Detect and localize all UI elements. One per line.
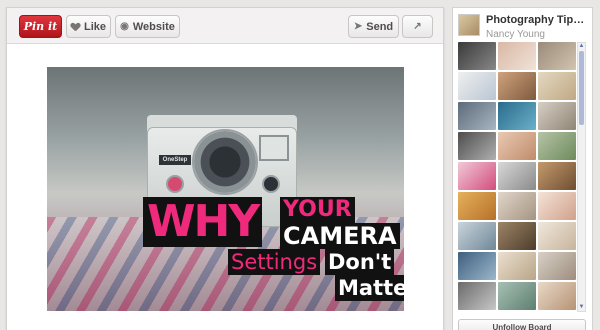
- headline-dont: Don't: [325, 249, 395, 275]
- board-pin-thumbnail[interactable]: [538, 192, 576, 220]
- board-pin-thumbnail[interactable]: [538, 162, 576, 190]
- unfollow-board-button[interactable]: Unfollow Board: [458, 319, 586, 330]
- like-label: Like: [83, 20, 106, 33]
- board-pin-thumbnail[interactable]: [498, 102, 536, 130]
- board-pin-thumbnail[interactable]: [458, 222, 496, 250]
- board-pin-thumbnail[interactable]: [458, 252, 496, 280]
- board-title[interactable]: Photography Tips & T...: [486, 14, 590, 26]
- board-pin-grid: [458, 42, 576, 312]
- board-pin-thumbnail[interactable]: [458, 72, 496, 100]
- board-pin-thumbnail[interactable]: [458, 282, 496, 310]
- scroll-up-arrow-icon[interactable]: ▲: [578, 43, 585, 50]
- board-pin-thumbnail[interactable]: [498, 252, 536, 280]
- board-pin-thumbnail[interactable]: [538, 42, 576, 70]
- board-pin-thumbnail[interactable]: [458, 102, 496, 130]
- pin-it-button[interactable]: Pin it: [19, 15, 62, 38]
- board-pin-thumbnail[interactable]: [538, 282, 576, 310]
- globe-icon: ◉: [120, 21, 129, 32]
- headline-camera: CAMERA: [280, 223, 400, 249]
- heart-icon: [71, 23, 80, 31]
- headline-your: YOUR: [280, 197, 355, 223]
- board-pin-thumbnail[interactable]: [538, 102, 576, 130]
- pin-card: Pin it Like ◉ Website ➤ Send ↗ OneStep W…: [6, 7, 444, 330]
- send-button[interactable]: ➤ Send: [348, 15, 399, 38]
- share-icon: ↗: [413, 21, 422, 32]
- board-pin-thumbnail[interactable]: [458, 42, 496, 70]
- board-pin-thumbnail[interactable]: [498, 162, 536, 190]
- board-scrollbar[interactable]: ▲ ▼: [577, 42, 586, 312]
- paper-plane-icon: ➤: [353, 21, 363, 32]
- board-pin-thumbnail[interactable]: [498, 192, 536, 220]
- headline-settings: Settings: [228, 249, 321, 275]
- scrollbar-thumb[interactable]: [579, 51, 584, 125]
- camera-brand-label: OneStep: [159, 155, 191, 165]
- website-button[interactable]: ◉ Website: [115, 15, 180, 38]
- camera-viewfinder: [259, 135, 289, 161]
- camera-lens: [192, 129, 258, 195]
- board-pin-thumbnail[interactable]: [498, 282, 536, 310]
- pin-toolbar: Pin it Like ◉ Website ➤ Send ↗: [7, 8, 443, 44]
- board-pin-thumbnail[interactable]: [498, 42, 536, 70]
- board-pin-thumbnail[interactable]: [458, 162, 496, 190]
- board-owner[interactable]: Nancy Young: [486, 29, 545, 40]
- send-label: Send: [366, 20, 394, 33]
- board-thumbnail[interactable]: [458, 14, 480, 36]
- board-pin-thumbnail[interactable]: [538, 72, 576, 100]
- headline-matter: Matter?: [335, 275, 404, 301]
- board-pin-thumbnail[interactable]: [538, 222, 576, 250]
- website-label: Website: [132, 20, 175, 33]
- scroll-down-arrow-icon[interactable]: ▼: [578, 304, 585, 311]
- like-button[interactable]: Like: [66, 15, 111, 38]
- pin-image[interactable]: OneStep WHY YOUR CAMERA Settings Don't M…: [47, 67, 404, 311]
- board-pin-thumbnail[interactable]: [538, 252, 576, 280]
- board-pin-thumbnail[interactable]: [498, 72, 536, 100]
- board-pin-thumbnail[interactable]: [458, 132, 496, 160]
- headline-why: WHY: [143, 197, 263, 247]
- board-pin-thumbnail[interactable]: [458, 192, 496, 220]
- camera-shutter-button: [166, 175, 184, 193]
- camera-dark-button: [262, 175, 280, 193]
- board-pin-thumbnail[interactable]: [498, 222, 536, 250]
- share-button[interactable]: ↗: [402, 15, 433, 38]
- board-pin-thumbnail[interactable]: [498, 132, 536, 160]
- board-pin-thumbnail[interactable]: [538, 132, 576, 160]
- pin-it-label: Pin it: [23, 20, 58, 33]
- board-panel: Photography Tips & T... Nancy Young: [452, 7, 593, 330]
